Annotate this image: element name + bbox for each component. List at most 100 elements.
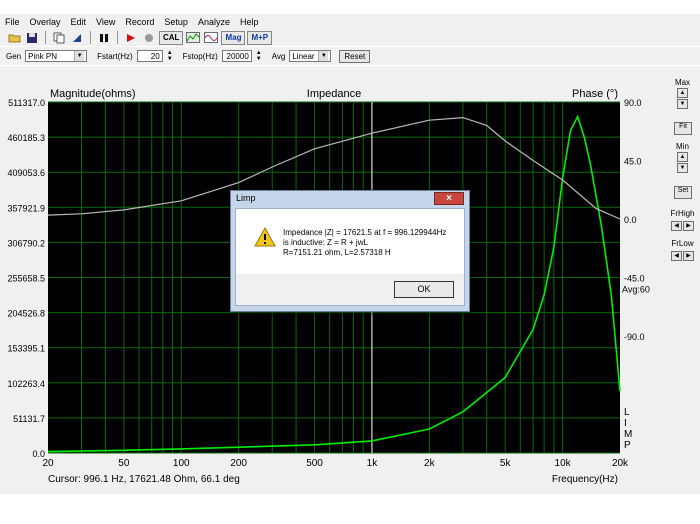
fstart-stepper-icon[interactable]: ▲ ▼ bbox=[167, 50, 173, 62]
frlow-right-button[interactable]: ▶ bbox=[683, 251, 694, 261]
menu-help[interactable]: Help bbox=[235, 17, 264, 27]
frhigh-left-button[interactable]: ◀ bbox=[671, 221, 682, 231]
play-icon[interactable] bbox=[123, 31, 139, 45]
toolbar-divider bbox=[90, 31, 91, 44]
fstart-value: 20 bbox=[150, 51, 160, 61]
side-letter: M bbox=[624, 429, 632, 440]
frhigh-label: FrHigh bbox=[670, 209, 695, 218]
min-up-button[interactable]: ▲ bbox=[677, 152, 688, 162]
x-tick-label: 20k bbox=[612, 458, 629, 469]
record-icon[interactable] bbox=[141, 31, 157, 45]
menu-file[interactable]: File bbox=[0, 17, 25, 27]
menu-overlay[interactable]: Overlay bbox=[25, 17, 66, 27]
y-right-tick-label: 0.0 bbox=[624, 215, 637, 225]
dialog-line-3: R=7151.21 ohm, L=2.57318 H bbox=[283, 248, 391, 257]
x-tick-label: 10k bbox=[555, 458, 572, 469]
max-up-button[interactable]: ▲ bbox=[677, 88, 688, 98]
dialog-body: Impedance |Z| = 17621.5 at f = 996.12994… bbox=[235, 208, 465, 306]
magnitude-axis-title: Magnitude(ohms) bbox=[50, 88, 136, 100]
x-tick-label: 100 bbox=[173, 458, 190, 469]
dialog-footer: OK bbox=[236, 274, 464, 305]
dialog-line-1: Impedance |Z| = 17621.5 at f = 996.12994… bbox=[283, 228, 447, 237]
ok-button[interactable]: OK bbox=[394, 281, 454, 298]
toolbar: CAL Mag M+P bbox=[0, 29, 700, 46]
frlow-label: FrLow bbox=[671, 239, 694, 248]
open-folder-icon[interactable] bbox=[6, 31, 22, 45]
y-left-tick-label: 460185.3 bbox=[7, 133, 45, 143]
y-left-tick-label: 102263.4 bbox=[7, 379, 45, 389]
fit-button[interactable]: Fit bbox=[674, 122, 692, 135]
generator-value: Pink PN bbox=[28, 51, 58, 61]
y-right-tick-label: -45.0 bbox=[624, 274, 645, 284]
cal-button[interactable]: CAL bbox=[159, 30, 184, 45]
side-letter: I bbox=[624, 418, 627, 429]
dialog-line-2: is inductive: Z = R + jwL bbox=[283, 238, 368, 247]
min-label: Min bbox=[676, 142, 689, 151]
phase-axis-title: Phase (°) bbox=[572, 88, 618, 100]
y-left-tick-label: 204526.8 bbox=[7, 309, 45, 319]
fstop-input[interactable]: 20000 bbox=[221, 50, 252, 62]
side-letter: P bbox=[624, 440, 631, 451]
x-tick-label: 200 bbox=[230, 458, 247, 469]
max-label: Max bbox=[674, 78, 691, 87]
marker-icon[interactable] bbox=[69, 31, 85, 45]
menu-setup[interactable]: Setup bbox=[159, 17, 193, 27]
cursor-readout: Cursor: 996.1 Hz, 17621.48 Ohm, 66.1 deg bbox=[48, 474, 240, 485]
avg-value: Linear bbox=[292, 51, 315, 61]
waveform-icon[interactable] bbox=[203, 31, 219, 45]
y-left-tick-label: 306790.2 bbox=[7, 238, 45, 248]
y-left-tick-label: 255658.5 bbox=[7, 274, 45, 284]
pause-icon[interactable] bbox=[96, 31, 112, 45]
generator-select[interactable]: Pink PN ▼ bbox=[25, 50, 88, 62]
close-icon[interactable]: × bbox=[434, 192, 464, 205]
avg-label: Avg bbox=[271, 51, 286, 61]
limp-dialog: Limp × Impedance |Z| = 17621.5 at f = 99… bbox=[230, 190, 470, 312]
magnitude-phase-button[interactable]: M+P bbox=[247, 30, 273, 45]
menu-edit[interactable]: Edit bbox=[66, 17, 92, 27]
y-left-tick-label: 357921.9 bbox=[7, 203, 45, 213]
y-right-tick-label: 90.0 bbox=[624, 98, 642, 108]
toolbar-divider bbox=[45, 31, 46, 44]
side-letter: L bbox=[624, 407, 630, 418]
averages-label: Avg:60 bbox=[622, 285, 650, 295]
x-tick-label: 500 bbox=[306, 458, 323, 469]
generator-bar: Gen Pink PN ▼ Fstart(Hz) 20 ▲ ▼ Fstop(Hz)… bbox=[0, 47, 700, 65]
x-tick-label: 5k bbox=[500, 458, 512, 469]
frlow-left-button[interactable]: ◀ bbox=[671, 251, 682, 261]
reset-button[interactable]: Reset bbox=[339, 49, 371, 63]
chevron-down-icon: ▼ bbox=[74, 51, 85, 61]
y-right-tick-label: 45.0 bbox=[624, 157, 642, 167]
min-down-button[interactable]: ▼ bbox=[677, 163, 688, 173]
x-tick-label: 2k bbox=[424, 458, 436, 469]
save-icon[interactable] bbox=[24, 31, 40, 45]
dialog-message: Impedance |Z| = 17621.5 at f = 996.12994… bbox=[283, 228, 446, 258]
copy-icon[interactable] bbox=[51, 31, 67, 45]
toolbar-divider bbox=[117, 31, 118, 44]
y-left-tick-label: 153395.1 bbox=[7, 344, 45, 354]
y-right-tick-label: -90.0 bbox=[624, 332, 645, 342]
x-tick-label: 50 bbox=[118, 458, 130, 469]
x-tick-label: 20 bbox=[42, 458, 54, 469]
spectrum-icon[interactable] bbox=[185, 31, 201, 45]
chevron-down-icon: ▼ bbox=[318, 51, 329, 61]
y-left-tick-label: 511317.0 bbox=[8, 98, 45, 108]
fstart-input[interactable]: 20 bbox=[136, 50, 163, 62]
fstart-label: Fstart(Hz) bbox=[97, 51, 133, 61]
menu-view[interactable]: View bbox=[91, 17, 120, 27]
set-button[interactable]: Set bbox=[674, 186, 692, 199]
fstop-label: Fstop(Hz) bbox=[182, 51, 218, 61]
chart-title: Impedance bbox=[307, 88, 361, 100]
x-tick-label: 1k bbox=[367, 458, 379, 469]
magnitude-button[interactable]: Mag bbox=[221, 30, 246, 45]
frhigh-right-button[interactable]: ▶ bbox=[683, 221, 694, 231]
gen-label: Gen bbox=[6, 51, 22, 61]
warning-icon bbox=[254, 226, 276, 250]
y-left-tick-label: 409053.6 bbox=[7, 168, 45, 178]
fstop-stepper-icon[interactable]: ▲ ▼ bbox=[256, 50, 262, 62]
menu-record[interactable]: Record bbox=[120, 17, 159, 27]
fstop-value: 20000 bbox=[226, 51, 249, 61]
menu-analyze[interactable]: Analyze bbox=[193, 17, 235, 27]
avg-select[interactable]: Linear ▼ bbox=[289, 50, 332, 62]
max-down-button[interactable]: ▼ bbox=[677, 99, 688, 109]
scale-control-panel: Max ▲ ▼ Fit Min ▲ ▼ Set FrHigh ◀ ▶ FrLow… bbox=[665, 66, 700, 494]
